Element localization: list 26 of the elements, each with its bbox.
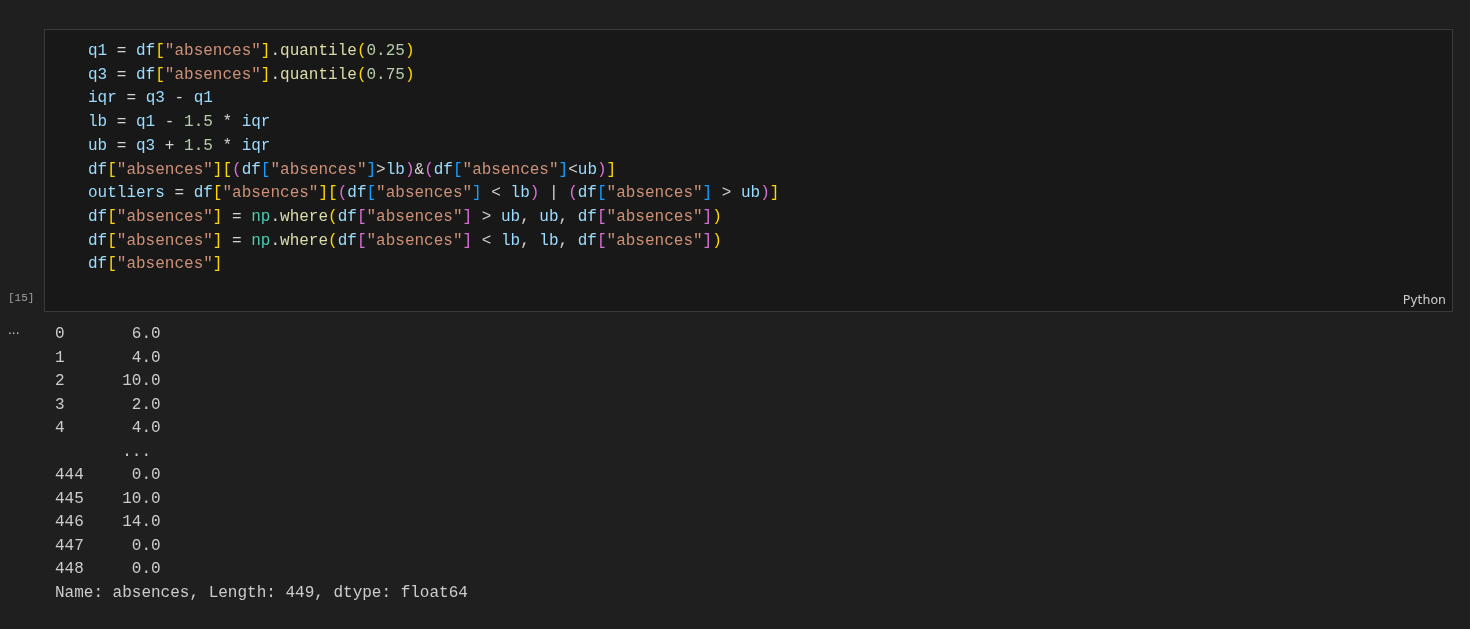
output-line: 444 0.0 <box>55 465 161 486</box>
output-line: 447 0.0 <box>55 535 161 557</box>
output-line: 4 4.0 <box>55 418 161 439</box>
code-line: iqr = q3 - q1 <box>88 88 213 110</box>
output-line: 2 10.0 <box>55 371 161 392</box>
code-line: outliers = df["absences"][(df["absences"] < lb) | (df["absences"] > ub)] <box>88 183 780 205</box>
code-line: q1 = df["absences"].quantile(0.25) <box>88 41 415 62</box>
language-label[interactable]: Python <box>1402 292 1446 307</box>
output-line: 445 10.0 <box>55 488 161 510</box>
output-line: 3 2.0 <box>55 394 161 416</box>
code-line: ub = q3 + 1.5 * iqr <box>88 135 271 157</box>
code-line: df["absences"][(df["absences"]>lb)&(df["absences"]<ub)] <box>88 159 617 181</box>
output-line: 448 0.0 <box>55 559 161 580</box>
output-line: 1 4.0 <box>55 347 161 369</box>
code-line: df["absences"] = np.where(df["absences"] > ub, ub, df["absences"]) <box>88 206 722 228</box>
code-line: q3 = df["absences"].quantile(0.75) <box>88 64 415 86</box>
output-line: Name: absences, Length: 449, dtype: float64 <box>55 582 468 604</box>
code-line: df["absences"] = np.where(df["absences"] < lb, lb, df["absences"]) <box>88 230 722 252</box>
output-line: ... <box>121 441 151 463</box>
execution-count: [15] <box>7 292 35 306</box>
code-line: df["absences"] <box>88 254 223 276</box>
code-cell[interactable] <box>44 29 1453 312</box>
code-line: lb = q1 - 1.5 * iqr <box>88 112 271 134</box>
output-line: 0 6.0 <box>55 324 161 345</box>
output-line: 446 14.0 <box>55 512 161 533</box>
output-menu-button[interactable]: ... <box>0 323 20 337</box>
